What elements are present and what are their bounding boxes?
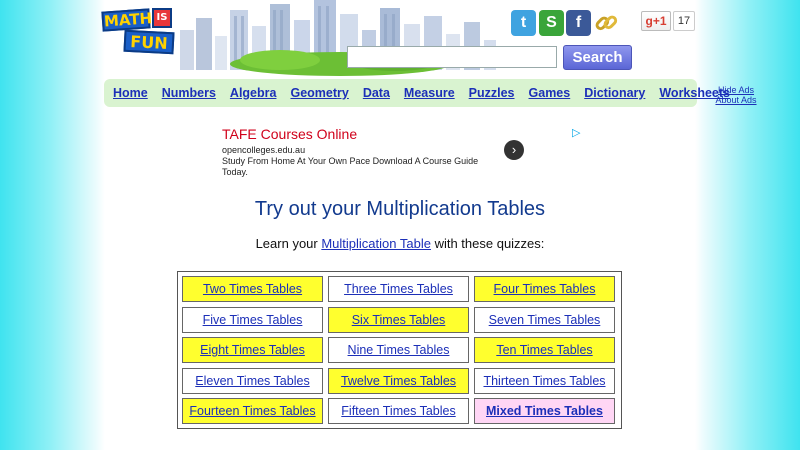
page-title: Try out your Multiplication Tables xyxy=(254,198,546,220)
chevron-right-icon[interactable]: › xyxy=(504,140,524,160)
quiz-four-times[interactable]: Four Times Tables xyxy=(474,276,615,302)
facebook-icon[interactable]: f xyxy=(566,10,591,36)
quiz-thirteen-times[interactable]: Thirteen Times Tables xyxy=(474,367,615,394)
nav-puzzles[interactable]: Puzzles xyxy=(469,86,515,100)
adchoices-icon[interactable]: ▷ xyxy=(572,126,580,139)
google-plus-one-button[interactable]: g+1 xyxy=(641,11,671,31)
search-input[interactable] xyxy=(347,46,557,68)
quiz-eight-times[interactable]: Eight Times Tables xyxy=(182,337,323,363)
nav-geometry[interactable]: Geometry xyxy=(290,86,348,100)
nav-numbers[interactable]: Numbers xyxy=(162,86,216,100)
ad-description: Study From Home At Your Own Pace Downloa… xyxy=(222,156,479,177)
quiz-fifteen-times[interactable]: Fifteen Times Tables xyxy=(328,398,469,424)
main-nav: Home Numbers Algebra Geometry Data Measu… xyxy=(104,79,730,107)
google-plus-count: 17 xyxy=(673,11,695,31)
search-button[interactable]: Search xyxy=(563,45,632,70)
multiplication-table-link[interactable]: Multiplication Table xyxy=(321,236,431,251)
site-header: MATH IS FUN t S f g+1 17 Search xyxy=(100,0,700,78)
quiz-mixed-times[interactable]: Mixed Times Tables xyxy=(474,398,615,424)
nav-dictionary[interactable]: Dictionary xyxy=(584,86,645,100)
nav-algebra[interactable]: Algebra xyxy=(230,86,277,100)
logo-word-math: MATH xyxy=(101,8,153,32)
quiz-table: Two Times Tables Three Times Tables Four… xyxy=(177,271,622,429)
quiz-six-times[interactable]: Six Times Tables xyxy=(328,306,469,333)
nav-measure[interactable]: Measure xyxy=(404,86,455,100)
quiz-eleven-times[interactable]: Eleven Times Tables xyxy=(182,367,323,394)
nav-home[interactable]: Home xyxy=(113,86,148,100)
nav-games[interactable]: Games xyxy=(529,86,571,100)
quiz-three-times[interactable]: Three Times Tables xyxy=(328,276,469,302)
ad-domain: opencolleges.edu.au xyxy=(222,145,306,155)
quiz-seven-times[interactable]: Seven Times Tables xyxy=(474,306,615,333)
ad-title[interactable]: TAFE Courses Online xyxy=(222,126,592,143)
quiz-five-times[interactable]: Five Times Tables xyxy=(182,306,323,333)
intro-text: Learn your Multiplication Table with the… xyxy=(255,236,545,251)
quiz-two-times[interactable]: Two Times Tables xyxy=(182,276,323,302)
ad-links: Hide Ads About Ads xyxy=(712,85,760,105)
advertisement[interactable]: TAFE Courses Online opencolleges.edu.au … xyxy=(222,126,592,178)
nav-data[interactable]: Data xyxy=(363,86,390,100)
quiz-ten-times[interactable]: Ten Times Tables xyxy=(474,337,615,363)
quiz-fourteen-times[interactable]: Fourteen Times Tables xyxy=(182,398,323,424)
quiz-twelve-times[interactable]: Twelve Times Tables xyxy=(328,367,469,394)
link-chain-icon[interactable] xyxy=(593,10,619,36)
hide-ads-link[interactable]: Hide Ads xyxy=(712,85,760,95)
stumbleupon-icon[interactable]: S xyxy=(539,10,564,36)
quiz-nine-times[interactable]: Nine Times Tables xyxy=(328,337,469,363)
twitter-icon[interactable]: t xyxy=(511,10,536,36)
about-ads-link[interactable]: About Ads xyxy=(712,95,760,105)
